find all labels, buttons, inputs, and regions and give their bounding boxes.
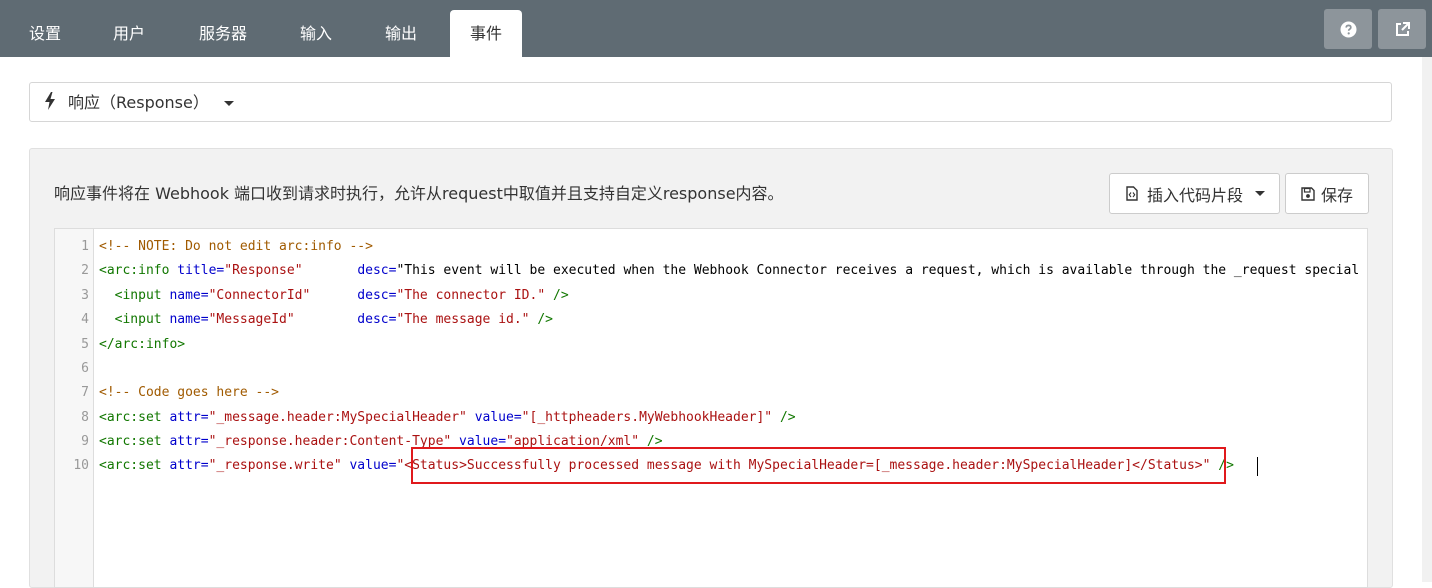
save-button[interactable]: 保存	[1285, 173, 1369, 214]
line-number: 2	[81, 263, 89, 278]
code-line: </arc:info>	[99, 337, 186, 352]
line-number: 10	[73, 458, 89, 473]
line-number: 5	[81, 337, 89, 352]
event-type-value: 响应（Response）	[68, 83, 235, 122]
code-line: <!-- NOTE: Do not edit arc:info -->	[99, 239, 373, 254]
code-line: <input name="ConnectorId" desc="The conn…	[114, 288, 569, 303]
chevron-down-icon	[1255, 191, 1266, 196]
bolt-icon	[45, 92, 55, 110]
insert-snippet-label: 插入代码片段	[1147, 185, 1244, 205]
tab-users[interactable]: 用户	[98, 10, 160, 57]
line-number-gutter: 1 2 3 4 5 6 7 8 9 10	[55, 229, 94, 587]
tab-output[interactable]: 输出	[370, 10, 432, 57]
question-circle-icon	[1340, 21, 1356, 37]
help-button[interactable]	[1324, 9, 1372, 49]
page-scrollbar[interactable]	[1422, 57, 1432, 582]
code-line: <!-- Code goes here -->	[99, 385, 280, 400]
external-link-icon	[1395, 21, 1410, 36]
line-number: 3	[81, 288, 89, 303]
tab-events[interactable]: 事件	[450, 10, 522, 57]
code-line: <arc:info title="Response" desc="This ev…	[99, 263, 1360, 278]
code-editor[interactable]: 1 2 3 4 5 6 7 8 9 10 <!-- NOTE: Do not e…	[54, 228, 1368, 588]
chevron-down-icon	[224, 101, 235, 106]
file-code-icon	[1126, 186, 1138, 201]
text-cursor	[1257, 457, 1258, 476]
line-number: 6	[81, 361, 89, 376]
tab-input[interactable]: 输入	[285, 10, 347, 57]
line-number: 9	[81, 434, 89, 449]
line-number: 4	[81, 312, 89, 327]
highlight-annotation-box	[411, 447, 1226, 484]
line-number: 8	[81, 410, 89, 425]
code-line: <arc:set attr="_message.header:MySpecial…	[99, 410, 796, 425]
tab-settings[interactable]: 设置	[14, 10, 76, 57]
save-label: 保存	[1321, 185, 1354, 205]
save-icon	[1301, 186, 1315, 201]
line-number: 1	[81, 239, 89, 254]
line-number: 7	[81, 385, 89, 400]
event-description: 响应事件将在 Webhook 端口收到请求时执行，允许从request中取值并且…	[54, 184, 784, 203]
code-line: <input name="MessageId" desc="The messag…	[114, 312, 553, 327]
tab-server[interactable]: 服务器	[184, 10, 262, 57]
insert-snippet-button[interactable]: 插入代码片段	[1109, 173, 1280, 214]
open-external-button[interactable]	[1378, 9, 1426, 49]
event-type-select[interactable]: 响应（Response）	[29, 82, 1392, 122]
